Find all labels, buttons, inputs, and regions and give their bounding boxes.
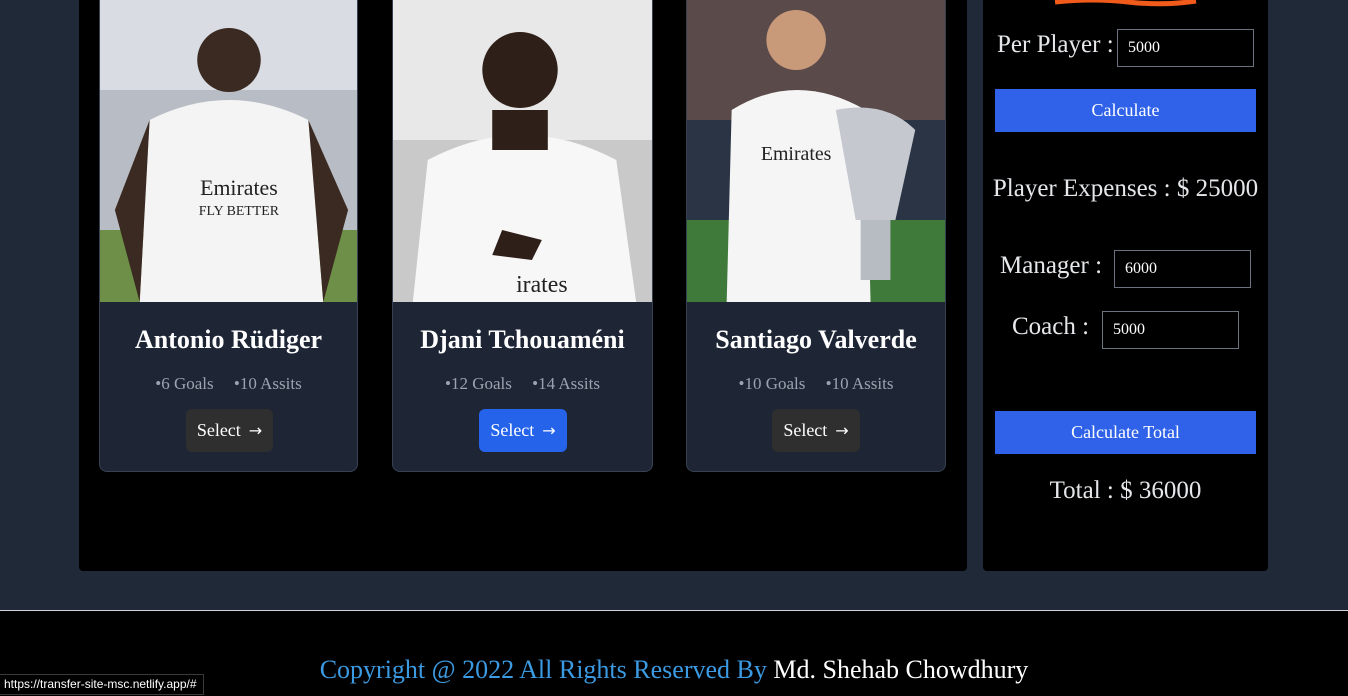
total-text: Total : $ 36000 [1049,477,1202,504]
player-goals: •12 Goals [445,374,512,393]
svg-text:Emirates: Emirates [761,143,832,165]
arrow-right-icon: → [248,421,263,440]
player-assists: •10 Assits [233,374,302,393]
player-stats: •10 Goals •10 Assits [687,374,945,394]
player-assists: •10 Assits [825,374,894,393]
coach-label: Coach : [1012,313,1090,340]
author-name: Md. Shehab Chowdhury [773,655,1029,684]
budget-calculator-panel: Per Player : Calculate Player Expenses :… [983,0,1268,571]
arrow-right-icon: → [542,421,556,440]
copyright-label: Copyright @ 2022 All Rights Reserved By [319,655,774,684]
player-card-rudiger: Emirates FLY BETTER Antonio Rüdiger •6 G… [99,0,358,472]
svg-text:Emirates: Emirates [200,175,278,200]
player-name: Antonio Rüdiger [134,325,323,354]
player-card-tchouameni: irates Djani Tchouaméni •12 Goals •14 As… [392,0,653,472]
select-label: Select [196,420,241,440]
player-goals: •6 Goals [155,374,214,393]
svg-text:FLY BETTER: FLY BETTER [199,204,280,219]
per-player-input[interactable] [1117,29,1254,67]
player-stats: •6 Goals •10 Assits [100,374,357,394]
player-photo: Emirates [687,0,945,302]
per-player-label: Per Player : [997,31,1114,58]
coach-input[interactable] [1102,311,1239,349]
status-bar-url: https://transfer-site-msc.netlify.app/# [0,674,204,695]
player-goals: •10 Goals [738,374,806,393]
svg-text:irates: irates [516,272,568,298]
player-stats: •12 Goals •14 Assits [393,374,652,394]
player-assists: •14 Assits [532,374,600,393]
player-expenses-text: Player Expenses : $ 25000 [992,175,1259,202]
select-player-button[interactable]: Select → [479,409,567,452]
manager-label: Manager : [1000,252,1103,279]
select-player-button[interactable]: Select → [186,409,273,452]
calculate-total-button[interactable]: Calculate Total [995,411,1256,454]
player-card-valverde: Emirates Santiago Valverde •10 Goals •10… [686,0,946,472]
player-name: Djani Tchouaméni [420,325,625,354]
manager-input[interactable] [1114,250,1251,288]
orange-underline-scribble [1054,0,1197,7]
select-label: Select [783,420,828,440]
player-photo: Emirates FLY BETTER [100,0,357,302]
calculate-button[interactable]: Calculate [995,89,1256,132]
player-name: Santiago Valverde [715,325,917,354]
arrow-right-icon: → [835,421,849,440]
players-panel: Emirates FLY BETTER Antonio Rüdiger •6 G… [79,0,967,571]
select-player-button[interactable]: Select → [772,409,860,452]
player-photo: irates [393,0,652,302]
select-label: Select [490,420,535,440]
